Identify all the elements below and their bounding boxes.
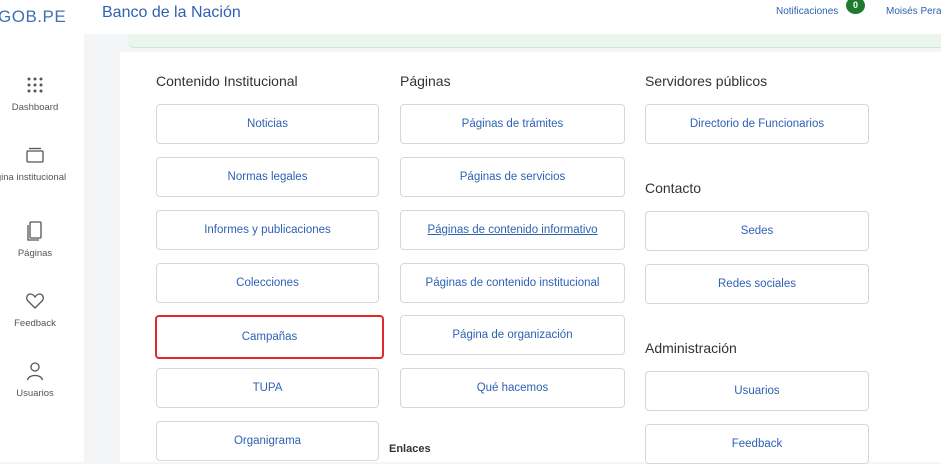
link-label: Páginas de contenido institucional <box>425 277 600 289</box>
top-bar: GOB.PE Banco de la Nación Notificaciones… <box>0 0 941 34</box>
sidebar-item-label: Páginas <box>17 248 53 259</box>
sidebar-item-label: gina institucional <box>0 172 67 183</box>
link-label: Usuarios <box>734 385 780 397</box>
link-campanas[interactable]: Campañas <box>155 315 384 359</box>
link-label: Feedback <box>731 438 783 450</box>
link-label: Noticias <box>247 118 288 130</box>
sidebar-item-institucional[interactable]: gina institucional <box>0 144 70 183</box>
pages-icon <box>27 221 42 241</box>
link-paginas-tramites[interactable]: Páginas de trámites <box>400 104 625 144</box>
gob-logo[interactable]: GOB.PE <box>0 7 66 27</box>
sidebar-item-label: Dashboard <box>11 102 59 113</box>
link-label: Páginas de trámites <box>461 118 564 130</box>
link-label: Redes sociales <box>718 278 796 290</box>
link-colecciones[interactable]: Colecciones <box>156 263 379 303</box>
section-title-contenido: Contenido Institucional <box>156 73 298 89</box>
link-pagina-organizacion[interactable]: Página de organización <box>400 315 625 355</box>
link-label: Páginas de servicios <box>459 171 566 183</box>
link-usuarios[interactable]: Usuarios <box>645 371 869 411</box>
link-que-hacemos[interactable]: Qué hacemos <box>400 368 625 408</box>
link-label: Campañas <box>241 331 298 343</box>
link-paginas-contenido-informativo[interactable]: Páginas de contenido informativo <box>400 210 625 250</box>
section-title-enlaces: Enlaces <box>389 443 431 455</box>
link-organigrama[interactable]: Organigrama <box>156 421 379 461</box>
entity-name: Banco de la Nación <box>102 4 241 21</box>
section-title-administracion: Administración <box>645 340 737 356</box>
section-title-paginas: Páginas <box>400 73 451 89</box>
sidebar: Dashboard gina institucional Páginas Fee… <box>0 34 84 462</box>
success-alert-strip <box>128 34 941 48</box>
link-label: Organigrama <box>233 435 302 447</box>
sidebar-item-usuarios[interactable]: Usuarios <box>0 360 70 399</box>
heart-icon <box>26 293 44 309</box>
link-label: Informes y publicaciones <box>204 224 331 236</box>
link-directorio-funcionarios[interactable]: Directorio de Funcionarios <box>645 104 869 144</box>
link-label: Páginas de contenido informativo <box>427 224 598 236</box>
link-tupa[interactable]: TUPA <box>156 368 379 408</box>
sidebar-item-dashboard[interactable]: Dashboard <box>0 74 70 113</box>
link-sedes[interactable]: Sedes <box>645 211 869 251</box>
user-icon <box>26 362 44 381</box>
link-redes-sociales[interactable]: Redes sociales <box>645 264 869 304</box>
link-normas-legales[interactable]: Normas legales <box>156 157 379 197</box>
link-label: Directorio de Funcionarios <box>689 118 825 130</box>
notifications-link[interactable]: Notificaciones <box>776 6 838 17</box>
link-paginas-contenido-institucional[interactable]: Páginas de contenido institucional <box>400 263 625 303</box>
link-noticias[interactable]: Noticias <box>156 104 379 144</box>
link-label: TUPA <box>252 382 283 394</box>
link-label: Sedes <box>740 225 774 237</box>
link-informes-publicaciones[interactable]: Informes y publicaciones <box>156 210 379 250</box>
notifications-badge[interactable]: 0 <box>846 0 865 14</box>
section-title-servidores: Servidores públicos <box>645 73 768 89</box>
section-title-contacto: Contacto <box>645 180 702 196</box>
link-label: Colecciones <box>236 277 299 289</box>
link-label: Normas legales <box>227 171 308 183</box>
link-label: Página de organización <box>452 329 573 341</box>
sidebar-item-paginas[interactable]: Páginas <box>0 220 70 259</box>
sidebar-item-label: Feedback <box>14 318 56 329</box>
link-paginas-servicios[interactable]: Páginas de servicios <box>400 157 625 197</box>
folder-icon <box>26 147 44 163</box>
grid-icon <box>27 77 43 93</box>
sidebar-item-label: Usuarios <box>16 388 54 399</box>
link-label: Qué hacemos <box>476 382 549 394</box>
link-feedback[interactable]: Feedback <box>645 424 869 464</box>
sidebar-item-feedback[interactable]: Feedback <box>0 290 70 329</box>
user-menu[interactable]: Moisés Pera <box>886 6 941 17</box>
